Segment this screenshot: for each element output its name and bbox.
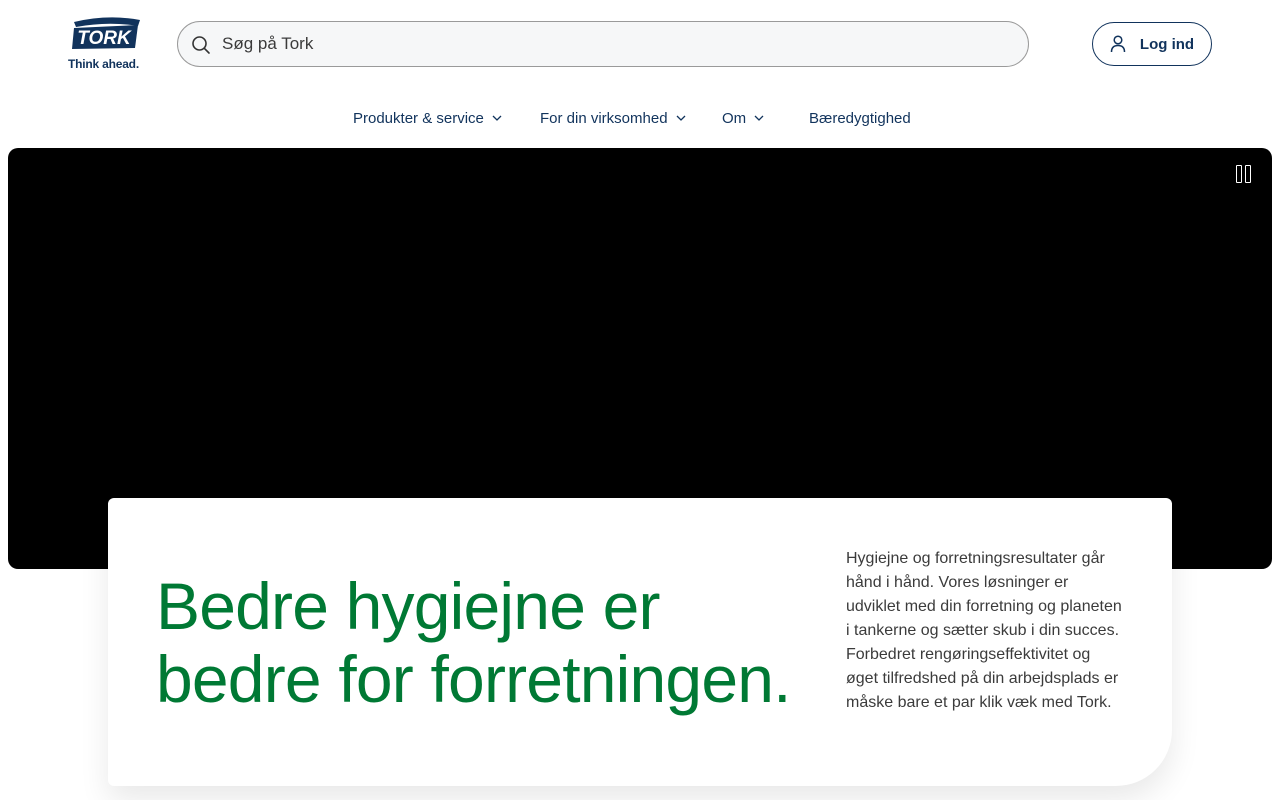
login-button[interactable]: Log ind: [1092, 22, 1212, 66]
nav-item-label: For din virksomhed: [540, 109, 668, 127]
nav-item-label: Bæredygtighed: [809, 109, 911, 127]
pause-icon[interactable]: [1234, 164, 1254, 186]
tork-logo-mark: TORK: [72, 17, 140, 49]
nav-item-label: Produkter & service: [353, 109, 484, 127]
tork-logo[interactable]: TORK Think ahead.: [68, 16, 148, 72]
nav-item-label: Om: [722, 109, 747, 127]
nav-item-om[interactable]: Om: [722, 100, 764, 136]
chevron-down-icon: [676, 115, 686, 121]
main-nav: Produkter & service For din virksomhed O…: [0, 100, 1280, 136]
user-icon: [1110, 35, 1126, 53]
svg-text:TORK: TORK: [77, 28, 132, 49]
site-header: TORK Think ahead. Log ind: [0, 0, 1280, 90]
nav-item-produkter[interactable]: Produkter & service: [353, 100, 502, 136]
hero-description: Hygiejne og forretningsresultater går hå…: [846, 550, 1122, 711]
hero-card: Bedre hygiejne er bedre for forretningen…: [108, 498, 1172, 786]
search-icon: [192, 36, 210, 54]
logo-tagline: Think ahead.: [68, 57, 139, 71]
search-input[interactable]: [222, 22, 1012, 66]
nav-item-baeredygtighed[interactable]: Bæredygtighed: [809, 100, 911, 136]
nav-item-virksomhed[interactable]: For din virksomhed: [540, 100, 686, 136]
search-bar[interactable]: [177, 21, 1029, 67]
chevron-down-icon: [492, 115, 502, 121]
hero-headline: Bedre hygiejne er bedre for forretningen…: [156, 569, 791, 716]
login-label: Log ind: [1139, 35, 1195, 53]
chevron-down-icon: [754, 115, 764, 121]
